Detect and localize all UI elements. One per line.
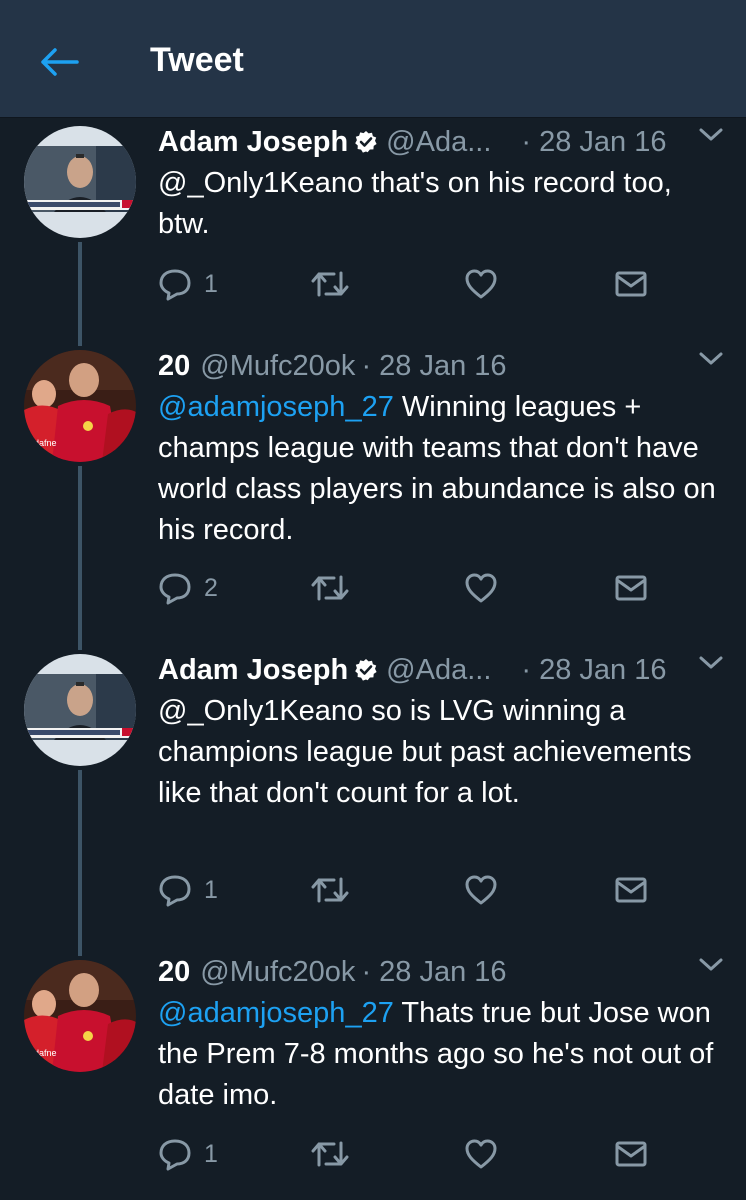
retweet-button[interactable] bbox=[310, 1134, 350, 1174]
direct-message-button[interactable] bbox=[614, 264, 648, 304]
heart-icon bbox=[465, 269, 497, 299]
heart-icon bbox=[465, 1139, 497, 1169]
verified-badge-icon bbox=[354, 130, 378, 154]
retweet-icon bbox=[311, 877, 349, 903]
tweet-date[interactable]: · 28 Jan 16 bbox=[361, 346, 506, 386]
retweet-icon bbox=[311, 1141, 349, 1167]
avatar[interactable] bbox=[24, 126, 136, 238]
tweet-meta: Adam Joseph @Ada... · 28 Jan 16 bbox=[158, 650, 724, 690]
mention-link[interactable]: @adamjoseph_27 bbox=[158, 997, 394, 1029]
svg-text:dafne: dafne bbox=[34, 1048, 57, 1058]
tweet-date[interactable]: · 28 Jan 16 bbox=[361, 952, 506, 992]
reply-icon bbox=[159, 875, 191, 907]
tweet-text: @_Only1Keano that's on his record too, b… bbox=[158, 163, 724, 245]
tweet-actions: 1 bbox=[158, 870, 658, 910]
tweet-body: @_Only1Keano so is LVG winning a champio… bbox=[158, 695, 692, 809]
like-button[interactable] bbox=[464, 568, 498, 608]
tweet-item[interactable]: Adam Joseph @Ada... · 28 Jan 16 @_Only1K… bbox=[0, 118, 746, 342]
reply-count: 1 bbox=[204, 269, 218, 298]
retweet-icon bbox=[311, 575, 349, 601]
author-handle[interactable]: @Mufc20ok bbox=[200, 952, 355, 992]
tweet-actions: 1 bbox=[158, 264, 658, 304]
reply-count: 2 bbox=[204, 573, 218, 602]
tweet-date[interactable]: · 28 Jan 16 bbox=[521, 122, 666, 162]
reply-button[interactable]: 1 bbox=[158, 264, 218, 304]
like-button[interactable] bbox=[464, 264, 498, 304]
retweet-button[interactable] bbox=[310, 568, 350, 608]
tweet-menu-button[interactable] bbox=[698, 350, 724, 373]
reply-button[interactable]: 2 bbox=[158, 568, 218, 608]
author-name[interactable]: 20 bbox=[158, 952, 190, 992]
tweet-meta: 20 @Mufc20ok · 28 Jan 16 bbox=[158, 346, 724, 386]
tweet-item[interactable]: Adam Joseph @Ada... · 28 Jan 16 @_Only1K… bbox=[0, 646, 746, 952]
retweet-button[interactable] bbox=[310, 264, 350, 304]
tweet-actions: 2 bbox=[158, 568, 658, 608]
tweet-body: @_Only1Keano that's on his record too, b… bbox=[158, 167, 672, 240]
tweet-item[interactable]: dafne 20 @Mufc20ok · 28 Jan 16 @adamjose… bbox=[0, 950, 746, 1200]
reply-count: 1 bbox=[204, 1139, 218, 1168]
envelope-icon bbox=[615, 575, 647, 601]
tweet-text: @adamjoseph_27 Winning leagues + champs … bbox=[158, 387, 724, 551]
author-name[interactable]: Adam Joseph bbox=[158, 650, 348, 690]
tweet-date[interactable]: · 28 Jan 16 bbox=[521, 650, 666, 690]
top-app-bar: Tweet bbox=[0, 0, 746, 118]
page-title: Tweet bbox=[150, 41, 244, 79]
tweet-text: @adamjoseph_27 Thats true but Jose won t… bbox=[158, 993, 724, 1116]
reply-count: 1 bbox=[204, 875, 218, 904]
tweet-meta: 20 @Mufc20ok · 28 Jan 16 bbox=[158, 952, 724, 992]
heart-icon bbox=[465, 573, 497, 603]
chevron-down-icon bbox=[699, 656, 723, 669]
heart-icon bbox=[465, 875, 497, 905]
retweet-icon bbox=[311, 271, 349, 297]
envelope-icon bbox=[615, 271, 647, 297]
chevron-down-icon bbox=[699, 352, 723, 365]
reply-button[interactable]: 1 bbox=[158, 870, 218, 910]
svg-text:dafne: dafne bbox=[34, 438, 57, 448]
author-handle[interactable]: @Ada... bbox=[386, 122, 491, 162]
avatar[interactable] bbox=[24, 654, 136, 766]
tweet-actions: 1 bbox=[158, 1134, 658, 1174]
direct-message-button[interactable] bbox=[614, 1134, 648, 1174]
author-name[interactable]: 20 bbox=[158, 346, 190, 386]
chevron-down-icon bbox=[699, 128, 723, 141]
envelope-icon bbox=[615, 1141, 647, 1167]
tweet-menu-button[interactable] bbox=[698, 654, 724, 677]
author-handle[interactable]: @Ada... bbox=[386, 650, 491, 690]
back-button[interactable] bbox=[36, 40, 84, 84]
tweet-item[interactable]: dafne 20 @Mufc20ok · 28 Jan 16 @adamjose… bbox=[0, 342, 746, 650]
author-handle[interactable]: @Mufc20ok bbox=[200, 346, 355, 386]
tweet-menu-button[interactable] bbox=[698, 956, 724, 979]
mention-link[interactable]: @adamjoseph_27 bbox=[158, 391, 394, 423]
like-button[interactable] bbox=[464, 870, 498, 910]
author-name[interactable]: Adam Joseph bbox=[158, 122, 348, 162]
tweet-text: @_Only1Keano so is LVG winning a champio… bbox=[158, 691, 724, 814]
tweet-menu-button[interactable] bbox=[698, 126, 724, 149]
avatar[interactable]: dafne bbox=[24, 350, 136, 462]
reply-button[interactable]: 1 bbox=[158, 1134, 218, 1174]
like-button[interactable] bbox=[464, 1134, 498, 1174]
chevron-down-icon bbox=[699, 958, 723, 971]
direct-message-button[interactable] bbox=[614, 870, 648, 910]
arrow-left-icon bbox=[41, 48, 79, 76]
verified-badge-icon bbox=[354, 658, 378, 682]
envelope-icon bbox=[615, 877, 647, 903]
reply-icon bbox=[159, 573, 191, 605]
retweet-button[interactable] bbox=[310, 870, 350, 910]
tweet-meta: Adam Joseph @Ada... · 28 Jan 16 bbox=[158, 122, 724, 162]
reply-icon bbox=[159, 1139, 191, 1171]
reply-icon bbox=[159, 269, 191, 301]
direct-message-button[interactable] bbox=[614, 568, 648, 608]
avatar[interactable]: dafne bbox=[24, 960, 136, 1072]
